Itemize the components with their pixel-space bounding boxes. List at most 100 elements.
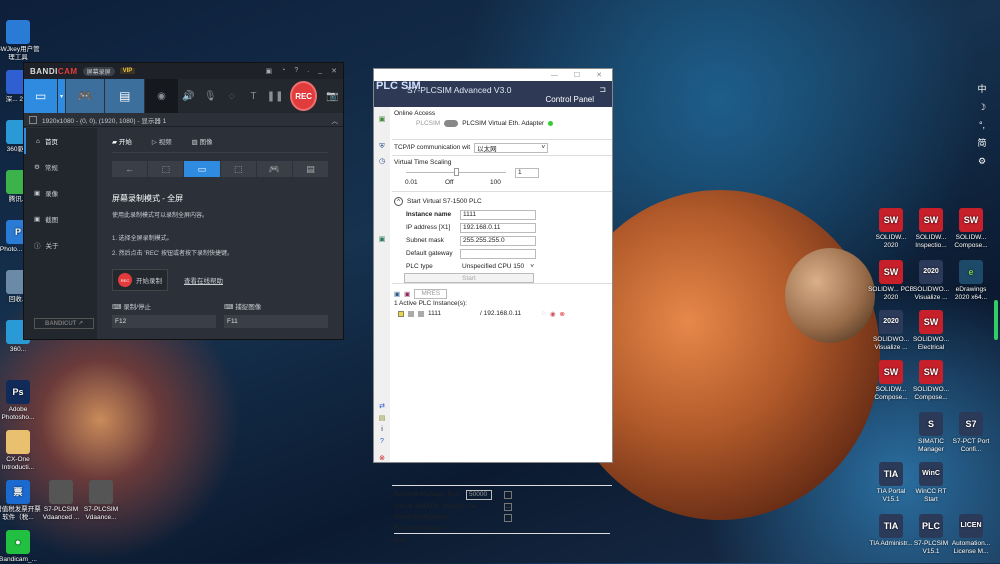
minimize-icon[interactable]: _ [318, 67, 322, 75]
clock-icon[interactable]: ◔ [281, 67, 285, 75]
fullscreen-mode-button[interactable]: ▭ [184, 161, 220, 177]
sidebar-item-about[interactable]: ⓘ 关于 [24, 232, 97, 258]
tcpip-select[interactable]: 以太网 ˅ [474, 142, 549, 153]
desktop-icon[interactable]: S7 S7-PCT Port Confi... [948, 412, 994, 454]
access-toggle[interactable] [444, 120, 459, 127]
desktop-icon[interactable]: CX-One Introducti... [0, 430, 41, 472]
runtime-port-input[interactable]: 50000 [466, 489, 492, 500]
bulb-icon[interactable]: ◌ [542, 310, 546, 317]
cursor-mode-button[interactable]: ⬚ [220, 161, 256, 177]
desktop-icon[interactable]: ● Bandicam_... [0, 530, 41, 564]
bandicam-sidebar: ⌂ 首页 ⚙ 常规 ▣ 录像 ▣ 截图 ⓘ 关于 BANDICUT ↗ [24, 128, 97, 339]
rec-button[interactable]: REC [289, 81, 318, 111]
tab-start[interactable]: ▰ 开始 [112, 136, 132, 146]
device-mode-button[interactable]: ▤ [105, 79, 146, 113]
function-manual-link[interactable]: Function Manual [394, 523, 610, 534]
ime-button[interactable]: 简 [972, 134, 992, 152]
pin-icon[interactable]: ⊐ [599, 85, 606, 94]
desktop-icon[interactable]: SWJkey用户管理工具 [0, 20, 41, 62]
desktop-icon[interactable]: WinC WinCC RT Start [908, 462, 954, 504]
desktop-icon[interactable]: 票增值税发票开票软件（税... [0, 480, 41, 522]
instance-row[interactable]: 1111 / 192.168.0.11 ◌ ◉ ⊗ [394, 307, 610, 320]
desktop-icon-label: WinCC RT Start [915, 488, 947, 503]
mode-dropdown-button[interactable]: ▾ [58, 79, 66, 113]
sidebar-label: 关于 [45, 243, 59, 250]
desktop-icon[interactable]: SW SOLIDWO... Compose... [908, 360, 954, 402]
collapse-icon[interactable]: ︿ [332, 115, 339, 125]
webcam-button[interactable]: ◉ [145, 79, 178, 113]
microphone-icon[interactable]: 🎙 [199, 79, 221, 113]
start-label: 开始录制 [136, 278, 162, 285]
minimize-icon[interactable]: — [551, 72, 558, 79]
sidebar-item-screenshot[interactable]: ▣ 截图 [24, 206, 97, 232]
notifications-checkbox[interactable]: ✓ [504, 513, 512, 522]
region-mode-button[interactable]: ⬚ [148, 161, 184, 177]
start-button[interactable]: Start [404, 273, 534, 283]
ime-button[interactable]: ⚙ [972, 152, 992, 170]
delete-icon[interactable]: ⊗ [560, 310, 565, 318]
slider-thumb[interactable] [454, 168, 459, 176]
instance-input[interactable]: 1111 [460, 209, 536, 220]
plctype-select[interactable]: Unspecified CPU 150 ˅ [460, 262, 536, 272]
maximize-icon[interactable]: ☐ [574, 71, 580, 79]
time-scale-input[interactable]: 1 [515, 167, 539, 178]
speaker-icon[interactable]: 🔊 [178, 79, 200, 113]
back-button[interactable]: ← [112, 161, 148, 177]
folder-icon[interactable]: ▣ [266, 67, 273, 75]
hotkey-img-field[interactable]: F11 [224, 315, 328, 328]
bandicam-titlebar[interactable]: BANDICAM 屏幕录屏 VIP ▣ ◔ ? . _ ✕ [24, 63, 343, 79]
resolution-bar[interactable]: 1920x1080 - (0, 0), (1920, 1080) - 显示器 1… [24, 113, 343, 127]
sidebar-item-general[interactable]: ⚙ 常规 [24, 154, 97, 180]
desktop-icon[interactable]: e eDrawings 2020 x64... [948, 260, 994, 302]
desktop-icon[interactable]: S7-PLCSIM Vdaance... [78, 480, 124, 522]
start-plc-heading: Start Virtual S7-1500 PLC [407, 198, 482, 205]
camera-icon[interactable]: 📷 [321, 79, 343, 113]
app-icon: TIA [879, 514, 903, 538]
pause-icon[interactable]: ❚❚ [264, 79, 286, 113]
gateway-input[interactable] [460, 248, 536, 259]
close-icon[interactable]: ✕ [331, 67, 337, 75]
monitor-icon: ▭ [35, 89, 47, 103]
app-icon: WinC [919, 462, 943, 486]
start-recording-button[interactable]: REC 开始录制 [112, 269, 168, 291]
stop-icon[interactable]: ▣ [404, 290, 410, 298]
ime-button[interactable]: ☽ [972, 98, 992, 116]
game-mode-button[interactable]: 🎮 [65, 79, 106, 113]
memory-browse-button[interactable]: ... [504, 502, 512, 511]
desktop-icon[interactable]: SW SOLIDW... Compose... [948, 208, 994, 250]
collapse-icon[interactable]: ^ [394, 197, 403, 206]
desktop-icon[interactable]: SW SOLIDWO... Electrical [908, 310, 954, 352]
ime-button[interactable]: 中 [972, 80, 992, 98]
online-help-link[interactable]: 查看在线帮助 [184, 275, 223, 285]
close-icon[interactable]: ✕ [596, 71, 602, 79]
desktop-icon-label: SOLIDW... Compose... [954, 234, 988, 249]
help-icon[interactable]: ? [294, 67, 298, 75]
tab-image[interactable]: ▨ 图像 [192, 136, 213, 146]
ip-input[interactable]: 192.168.0.11 [460, 222, 536, 233]
device-mode-tab[interactable]: ▤ [292, 161, 329, 177]
sidebar-item-video[interactable]: ▣ 录像 [24, 180, 97, 206]
game-mode-tab[interactable]: 🎮 [256, 161, 292, 177]
hotkey-rec-field[interactable]: F12 [112, 315, 216, 328]
runtime-port-checkbox[interactable]: ✓ [504, 490, 512, 499]
cursor-icon[interactable]: ◌ [221, 79, 243, 113]
screen-mode-button[interactable]: ▭ [24, 79, 59, 113]
ime-button[interactable]: °, [972, 116, 992, 134]
text-icon[interactable]: T [243, 79, 265, 113]
exit-button[interactable]: Exit [394, 534, 610, 547]
video-icon: ▣ [34, 190, 41, 197]
tab-video[interactable]: ▷ 视频 [152, 136, 172, 146]
desktop-icon[interactable]: Ps Adobe Photosho... [0, 380, 41, 422]
power-icon[interactable]: ◉ [550, 310, 556, 318]
sidebar-item-home[interactable]: ⌂ 首页 [24, 128, 97, 154]
bandicut-button[interactable]: BANDICUT ↗ [34, 318, 94, 329]
desktop-icon[interactable]: LICEN Automation... License M... [948, 514, 994, 556]
subnet-input[interactable]: 255.255.255.0 [460, 235, 536, 246]
run-icon[interactable]: ▣ [394, 290, 400, 298]
scroll-indicator[interactable] [994, 300, 998, 340]
time-slider[interactable] [406, 168, 506, 176]
minimize-mini-icon[interactable]: . [307, 67, 309, 75]
mres-button[interactable]: MRES [414, 288, 448, 299]
region-checkbox[interactable] [29, 115, 37, 124]
desktop-icon-label: Automation... License M... [951, 540, 991, 555]
